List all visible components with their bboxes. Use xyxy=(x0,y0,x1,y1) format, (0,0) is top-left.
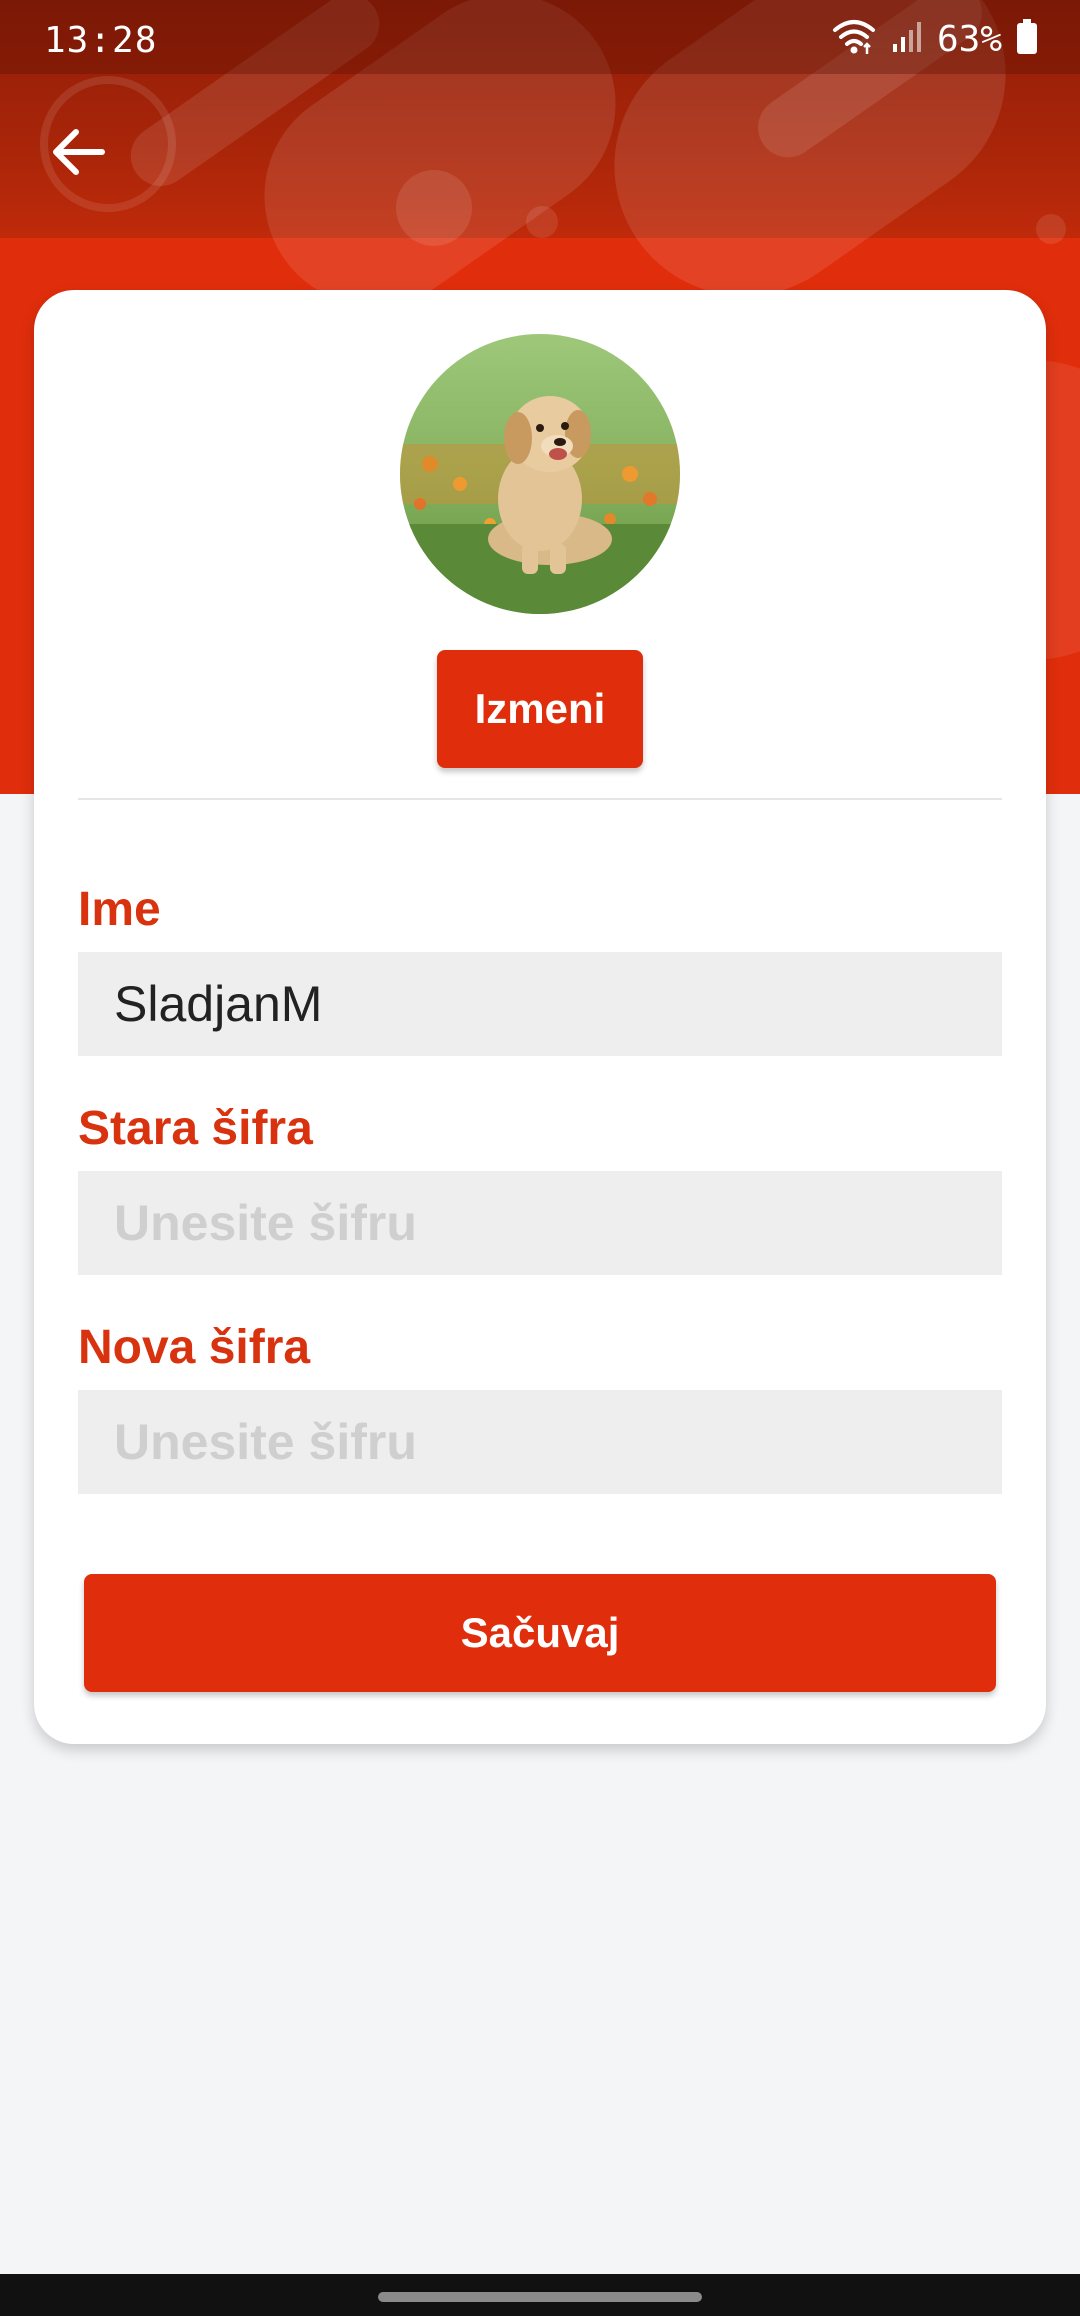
name-label: Ime xyxy=(78,883,161,936)
new-password-input[interactable] xyxy=(78,1390,1002,1494)
divider xyxy=(78,798,1002,800)
status-time: 13:28 xyxy=(44,20,158,61)
old-password-label: Stara šifra xyxy=(78,1102,313,1155)
battery-icon xyxy=(1016,19,1038,60)
wifi-icon xyxy=(831,18,877,61)
home-gesture-handle[interactable] xyxy=(378,2292,702,2302)
old-password-input[interactable] xyxy=(78,1171,1002,1275)
status-bar: 13:28 63% xyxy=(0,0,1080,74)
header-decoration xyxy=(1036,214,1066,244)
header-decoration xyxy=(526,206,558,238)
puppy-photo xyxy=(400,334,680,614)
save-button[interactable]: Sačuvaj xyxy=(84,1574,996,1692)
profile-card: Izmeni Ime Stara šifra Nova šifra Sačuva… xyxy=(34,290,1046,1744)
avatar[interactable] xyxy=(400,334,680,614)
profile-edit-screen: 13:28 63% Izmeni Ime SladjanM Stara šifr… xyxy=(0,0,1080,2316)
status-icons: 63% xyxy=(831,18,1038,61)
header-decoration xyxy=(396,170,472,246)
new-password-label: Nova šifra xyxy=(78,1321,311,1374)
edit-photo-button[interactable]: Izmeni xyxy=(437,650,643,768)
name-input[interactable] xyxy=(78,952,1002,1056)
back-button[interactable] xyxy=(40,116,116,192)
signal-icon xyxy=(891,20,923,59)
arrow-left-icon xyxy=(50,128,106,181)
battery-percent: 63% xyxy=(936,19,1002,60)
system-nav-bar xyxy=(0,2274,1080,2316)
